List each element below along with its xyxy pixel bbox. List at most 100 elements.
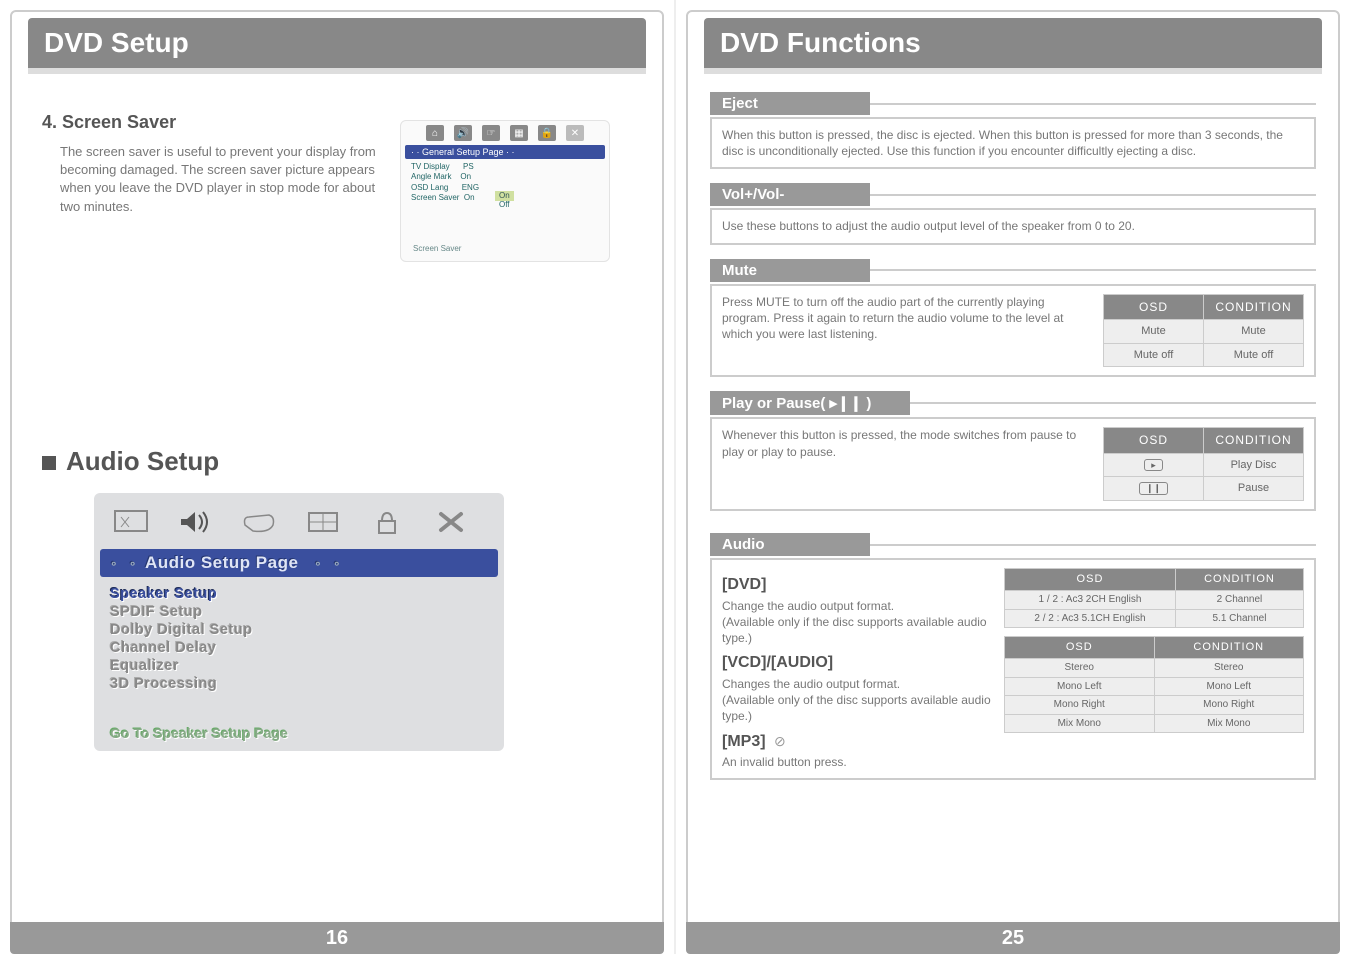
table-header: OSD bbox=[1005, 569, 1176, 591]
table-cell: ▸ bbox=[1104, 453, 1204, 477]
table-cell: Mute off bbox=[1104, 343, 1204, 367]
table-cell: Mono Right bbox=[1005, 696, 1155, 715]
general-setup-screenshot: ⌂ 🔊 ☞ ▦ 🔒 ✕ · · General Setup Page · · T… bbox=[400, 120, 610, 262]
audio-osd-banner: ∘ ∘ Audio Setup Page ∘ ∘ bbox=[100, 549, 498, 577]
dvd-subhead: [DVD] bbox=[722, 574, 994, 596]
dvd-audio-table: OSDCONDITION 1 / 2 : Ac3 2CH English2 Ch… bbox=[1004, 568, 1304, 628]
left-page: DVD Setup 4. Screen Saver The screen sav… bbox=[0, 0, 674, 954]
osd-list: TV Display PS Angle Mark On OSD Lang ENG… bbox=[405, 159, 605, 257]
page-title: DVD Functions bbox=[720, 27, 921, 59]
table-cell: Mute off bbox=[1204, 343, 1304, 367]
tv-icon bbox=[108, 505, 154, 539]
hand-icon: ☞ bbox=[482, 125, 500, 141]
title-underline bbox=[704, 68, 1322, 74]
section-rule bbox=[910, 402, 1316, 404]
mute-table: OSDCONDITION MuteMute Mute offMute off bbox=[1103, 294, 1304, 368]
audio-setup-title-text: Audio Setup bbox=[66, 446, 219, 476]
play-icon: ▸ bbox=[1144, 459, 1163, 472]
audio-setup-heading: Audio Setup bbox=[42, 446, 640, 477]
vcd-subhead: [VCD]/[AUDIO] bbox=[722, 652, 994, 674]
play-pause-section: Play or Pause( ▸❙❙ ) Whenever this butto… bbox=[710, 391, 1316, 511]
table-cell: Mono Right bbox=[1154, 696, 1304, 715]
menu-item-3d: 3D Processing bbox=[110, 675, 498, 693]
play-pause-text: Whenever this button is pressed, the mod… bbox=[722, 427, 1091, 459]
audio-banner-text: Audio Setup Page bbox=[145, 553, 298, 572]
section-rule bbox=[870, 544, 1316, 546]
osd-item-value: On bbox=[464, 193, 475, 202]
osd-banner: · · General Setup Page · · bbox=[405, 145, 605, 159]
table-header: OSD bbox=[1005, 637, 1155, 659]
mute-section: Mute Press MUTE to turn off the audio pa… bbox=[710, 259, 1316, 378]
pause-icon: ❙❙ bbox=[1139, 482, 1168, 495]
volume-label: Vol+/Vol- bbox=[710, 183, 870, 206]
dots-icon: ∘ ∘ bbox=[110, 556, 140, 570]
page-number: 25 bbox=[686, 922, 1340, 954]
menu-item-channel-delay: Channel Delay bbox=[110, 639, 498, 657]
close-icon bbox=[428, 505, 474, 539]
menu-item-speaker: Speaker Setup bbox=[110, 585, 498, 603]
table-cell: 1 / 2 : Ac3 2CH English bbox=[1005, 591, 1176, 610]
table-cell: Mute bbox=[1204, 319, 1304, 343]
menu-item-spdif: SPDIF Setup bbox=[110, 603, 498, 621]
osd-item-label: OSD Lang bbox=[411, 183, 448, 192]
section-rule bbox=[870, 194, 1316, 196]
table-cell: Stereo bbox=[1154, 659, 1304, 678]
table-header: CONDITION bbox=[1175, 569, 1303, 591]
table-cell: Mix Mono bbox=[1005, 714, 1155, 733]
grid-icon bbox=[300, 505, 346, 539]
osd-item-label: Angle Mark bbox=[411, 172, 451, 181]
osd-item-value: PS bbox=[463, 162, 474, 171]
play-pause-label: Play or Pause( ▸❙❙ ) bbox=[710, 391, 910, 415]
table-header: CONDITION bbox=[1154, 637, 1304, 659]
lock-icon: 🔒 bbox=[538, 125, 556, 141]
section-rule bbox=[870, 103, 1316, 105]
dots-icon: ∘ ∘ bbox=[314, 556, 344, 570]
mp3-text: An invalid button press. bbox=[722, 754, 994, 770]
eject-section: Eject When this button is pressed, the d… bbox=[710, 92, 1316, 169]
mute-text: Press MUTE to turn off the audio part of… bbox=[722, 294, 1091, 343]
osd-item-value: ENG bbox=[462, 183, 479, 192]
table-cell: 2 Channel bbox=[1175, 591, 1303, 610]
left-content: 4. Screen Saver The screen saver is usef… bbox=[28, 74, 646, 751]
prohibited-icon: ⊘ bbox=[774, 733, 786, 749]
square-bullet-icon bbox=[42, 456, 56, 470]
title-underline bbox=[28, 68, 646, 74]
vcd-text: Changes the audio output format. (Availa… bbox=[722, 676, 994, 725]
menu-item-equalizer: Equalizer bbox=[110, 657, 498, 675]
audio-setup-screenshot: ∘ ∘ Audio Setup Page ∘ ∘ Speaker Setup S… bbox=[94, 493, 504, 751]
audio-menu-list: Speaker Setup SPDIF Setup Dolby Digital … bbox=[100, 577, 498, 697]
grid-icon: ▦ bbox=[510, 125, 528, 141]
osd-item-label: TV Display bbox=[411, 162, 450, 171]
close-icon: ✕ bbox=[566, 125, 584, 141]
audio-osd-footer: Go To Speaker Setup Page bbox=[100, 697, 498, 745]
eject-text: When this button is pressed, the disc is… bbox=[710, 117, 1316, 169]
audio-icon-row bbox=[100, 501, 498, 549]
osd-item-value: On bbox=[460, 172, 471, 181]
speaker-icon: 🔊 bbox=[454, 125, 472, 141]
osd-item-label: Screen Saver bbox=[411, 193, 459, 202]
page-title-bar: DVD Functions bbox=[704, 18, 1322, 68]
table-cell: Play Disc bbox=[1204, 453, 1304, 477]
volume-text: Use these buttons to adjust the audio ou… bbox=[710, 208, 1316, 244]
table-cell: Mono Left bbox=[1154, 677, 1304, 696]
tv-icon: ⌂ bbox=[426, 125, 444, 141]
dvd-text: Change the audio output format. (Availab… bbox=[722, 598, 994, 647]
lock-icon bbox=[364, 505, 410, 539]
eject-label: Eject bbox=[710, 92, 870, 115]
table-cell: Pause bbox=[1204, 477, 1304, 501]
table-cell: ❙❙ bbox=[1104, 477, 1204, 501]
osd-footer: Screen Saver bbox=[411, 244, 599, 254]
vcd-audio-table: OSDCONDITION StereoStereo Mono LeftMono … bbox=[1004, 636, 1304, 733]
table-cell: 5.1 Channel bbox=[1175, 609, 1303, 628]
play-pause-table: OSDCONDITION ▸Play Disc ❙❙Pause bbox=[1103, 427, 1304, 501]
hand-icon bbox=[236, 505, 282, 539]
table-cell: 2 / 2 : Ac3 5.1CH English bbox=[1005, 609, 1176, 628]
audio-section: Audio [DVD] Change the audio output form… bbox=[710, 533, 1316, 780]
table-header: OSD bbox=[1104, 428, 1204, 453]
audio-descriptions: [DVD] Change the audio output format. (A… bbox=[722, 568, 994, 770]
table-header: CONDITION bbox=[1204, 294, 1304, 319]
audio-label: Audio bbox=[710, 533, 870, 556]
right-page: DVD Functions Eject When this button is … bbox=[676, 0, 1350, 954]
table-cell: Mix Mono bbox=[1154, 714, 1304, 733]
speaker-icon bbox=[172, 505, 218, 539]
